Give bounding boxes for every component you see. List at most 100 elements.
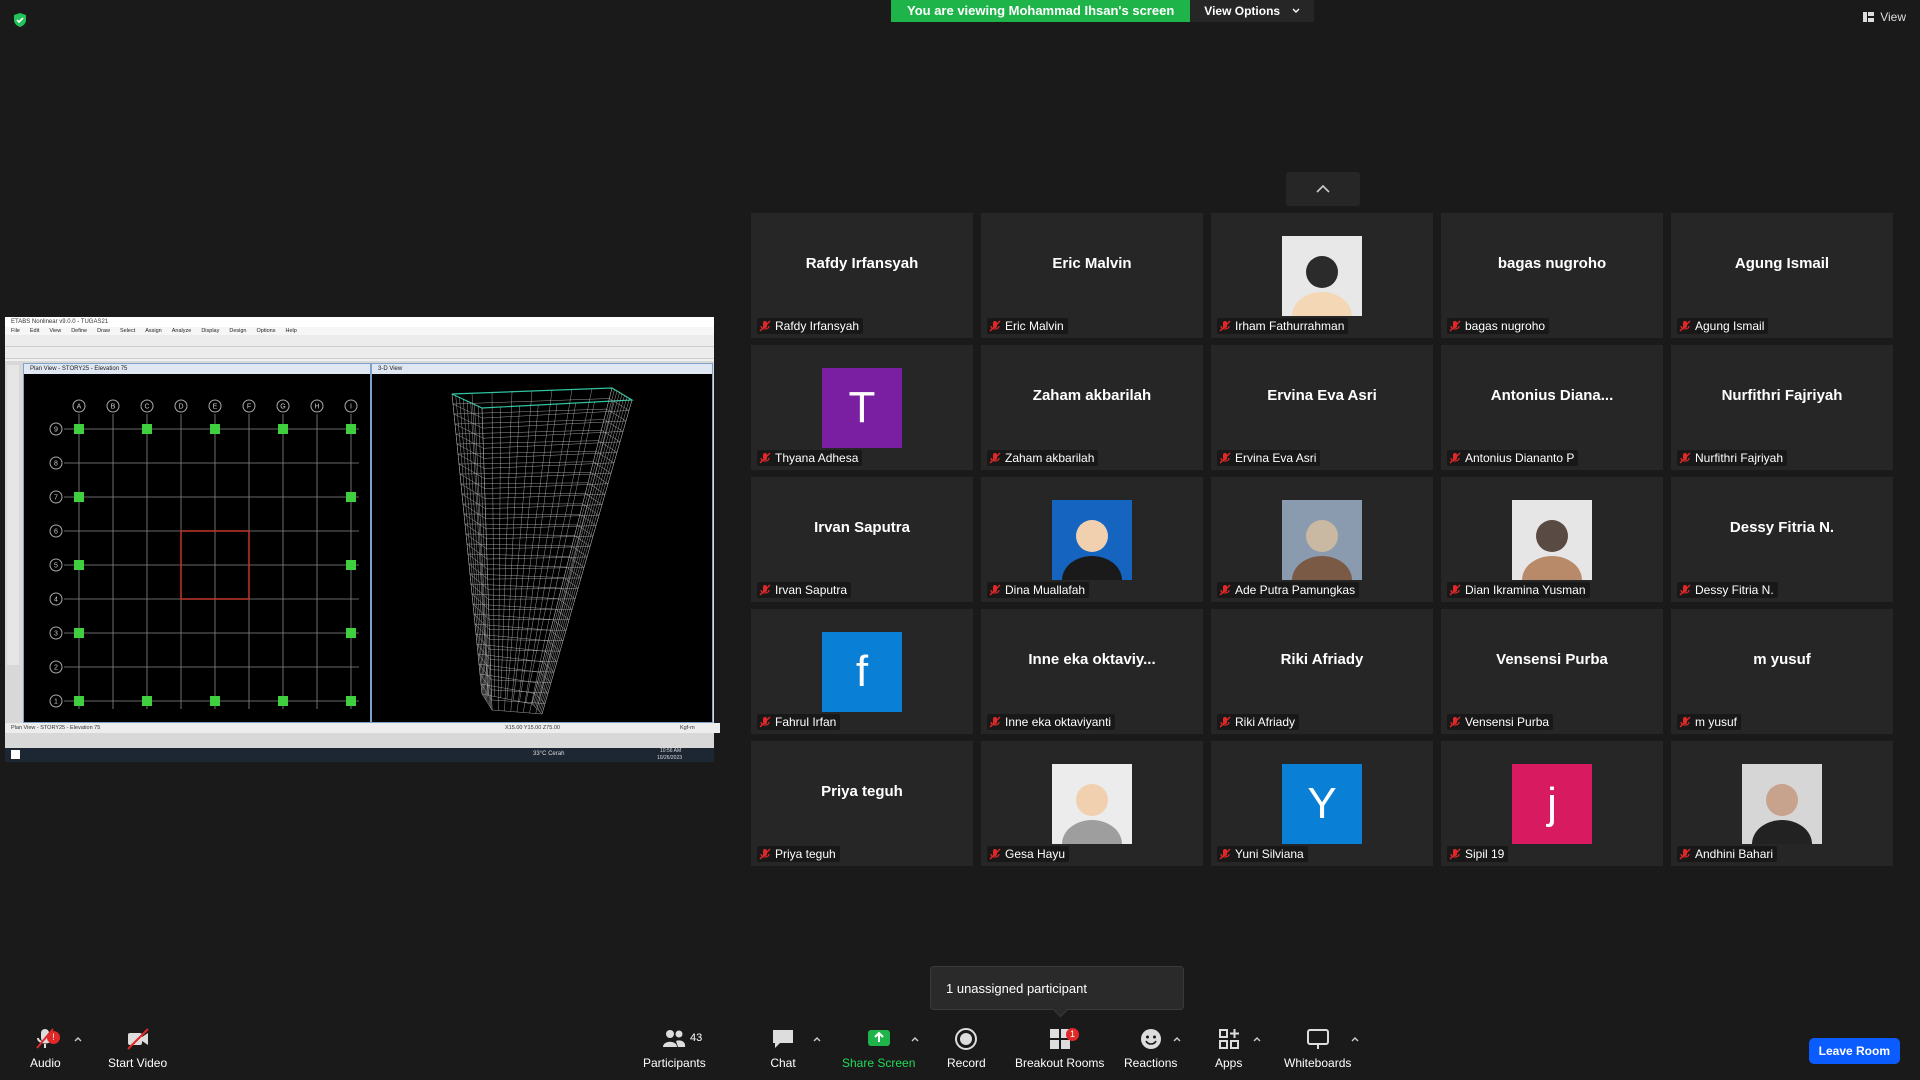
muted-mic-icon (1679, 716, 1691, 728)
whiteboards-button[interactable]: Whiteboards (1284, 1026, 1351, 1070)
3d-view-window[interactable]: 3-D View (371, 363, 713, 723)
view-options-button[interactable]: View Options (1190, 0, 1315, 22)
participant-photo (1742, 764, 1822, 868)
structural-column (74, 628, 84, 638)
participant-tile[interactable]: Agung Ismail Agung Ismail (1671, 213, 1893, 338)
etabs-menu-item[interactable]: Display (201, 327, 219, 335)
etabs-menu-item[interactable]: Edit (30, 327, 39, 335)
participant-tile[interactable]: Irham Fathurrahman (1211, 213, 1433, 340)
etabs-menu-item[interactable]: Design (229, 327, 246, 335)
participant-tile[interactable]: Dian Ikramina Yusman (1441, 477, 1663, 604)
participant-tile[interactable]: Priya teguh Priya teguh (751, 741, 973, 866)
participant-tile[interactable]: Y Yuni Silviana (1211, 741, 1433, 866)
participant-tile[interactable]: Vensensi Purba Vensensi Purba (1441, 609, 1663, 734)
shared-screen[interactable]: ETABS Nonlinear v9.0.0 - TUGAS21 File Edi… (5, 317, 720, 762)
start-video-button[interactable]: Start Video (108, 1026, 167, 1070)
participant-tile[interactable]: Rafdy Irfansyah Rafdy Irfansyah (751, 213, 973, 338)
participant-display-name: Irvan Saputra (814, 519, 910, 536)
floor-outline (465, 533, 591, 550)
participant-name: m yusuf (1695, 715, 1738, 729)
collapse-gallery-button[interactable] (1286, 172, 1360, 206)
participant-tile[interactable]: m yusuf m yusuf (1671, 609, 1893, 734)
leave-room-button[interactable]: Leave Room (1808, 1038, 1900, 1064)
share-options-caret-icon[interactable] (910, 1034, 920, 1044)
participant-tile[interactable]: Eric Malvin Eric Malvin (981, 213, 1203, 338)
muted-mic-icon (1449, 452, 1461, 464)
whiteboards-caret-icon[interactable] (1350, 1034, 1360, 1044)
muted-mic-icon (1679, 584, 1691, 596)
participant-tile[interactable]: Inne eka oktaviy... Inne eka oktaviyanti (981, 609, 1203, 734)
column-line (540, 398, 630, 713)
breakout-rooms-button[interactable]: Breakout Rooms (1015, 1026, 1104, 1070)
structural-column (346, 628, 356, 638)
participant-name: Dina Muallafah (1005, 583, 1086, 597)
muted-mic-icon (1449, 848, 1461, 860)
3d-view-title: 3-D View (372, 364, 712, 374)
video-camera-off-icon (126, 1028, 149, 1050)
security-shield-icon[interactable] (12, 12, 28, 28)
grid-row-label: 1 (54, 699, 58, 706)
audio-label: Audio (30, 1056, 61, 1070)
reactions-caret-icon[interactable] (1172, 1034, 1182, 1044)
participant-tile[interactable]: Zaham akbarilah Zaham akbarilah (981, 345, 1203, 470)
record-label: Record (947, 1056, 986, 1070)
participant-tile[interactable]: Andhini Bahari (1671, 741, 1893, 868)
etabs-menu-item[interactable]: Define (71, 327, 87, 335)
participant-tile[interactable]: j Sipil 19 (1441, 741, 1663, 866)
view-button[interactable]: View (1863, 10, 1906, 24)
plan-view-window[interactable]: Plan View - STORY25 - Elevation 75 A B C D E… (23, 363, 371, 723)
structural-column (346, 492, 356, 502)
participant-name: Dian Ikramina Yusman (1465, 583, 1586, 597)
participant-tile[interactable]: Dina Muallafah (981, 477, 1203, 604)
participant-tile[interactable]: Antonius Diana... Antonius Dianantо P (1441, 345, 1663, 470)
structural-column (74, 424, 84, 434)
participant-tile[interactable]: Gesa Hayu (981, 741, 1203, 868)
participant-name: Sipil 19 (1465, 847, 1505, 861)
etabs-menu-item[interactable]: Options (257, 327, 276, 335)
participant-tile[interactable]: Nurfithri Fajriyah Nurfithri Fajriyah (1671, 345, 1893, 470)
muted-mic-icon (1449, 584, 1461, 596)
chat-button[interactable]: Chat (770, 1026, 796, 1070)
participant-tile[interactable]: Ervina Eva Asri Ervina Eva Asri (1211, 345, 1433, 470)
participant-tile[interactable]: T Thyana Adhesa (751, 345, 973, 470)
audio-options-caret-icon[interactable] (73, 1034, 83, 1044)
muted-mic-icon (989, 848, 1001, 860)
muted-mic-icon (759, 848, 771, 860)
grid-col-label: B (111, 404, 116, 411)
plan-grid: A B C D E F G H I 9 8 7 6 5 4 3 2 1 (49, 399, 359, 709)
etabs-menu-item[interactable]: Assign (145, 327, 162, 335)
muted-mic-icon (989, 716, 1001, 728)
participant-name: Dessy Fitria N. (1695, 583, 1774, 597)
etabs-menu-item[interactable]: Analyze (172, 327, 192, 335)
windows-taskbar: 33°C Cerah 10:56 AM 10/26/2023 (5, 748, 714, 762)
floor-outline (461, 493, 603, 509)
record-button[interactable]: Record (947, 1026, 986, 1070)
etabs-menu-item[interactable]: Select (120, 327, 135, 335)
muted-mic-icon (1449, 320, 1461, 332)
participant-tile[interactable]: Dessy Fitria N. Dessy Fitria N. (1671, 477, 1893, 602)
apps-caret-icon[interactable] (1252, 1034, 1262, 1044)
apps-button[interactable]: Apps (1215, 1026, 1242, 1070)
etabs-menu-item[interactable]: Help (285, 327, 296, 335)
etabs-menu-item[interactable]: Draw (97, 327, 110, 335)
participant-tile[interactable]: Ade Putra Pamungkas (1211, 477, 1433, 604)
share-screen-button[interactable]: Share Screen (842, 1026, 915, 1070)
structural-column (346, 560, 356, 570)
muted-mic-icon (1679, 848, 1691, 860)
chat-options-caret-icon[interactable] (812, 1034, 822, 1044)
etabs-menu-item[interactable]: File (11, 327, 20, 335)
participant-tile[interactable]: f Fahrul Irfan (751, 609, 973, 734)
column-line (539, 396, 628, 712)
grid-row-label: 9 (54, 427, 58, 434)
participant-display-name: Ervina Eva Asri (1267, 387, 1377, 404)
participant-name-label: Ervina Eva Asri (1217, 450, 1321, 466)
muted-mic-icon (1219, 584, 1231, 596)
structural-column (142, 696, 152, 706)
participant-name: Vensensi Purba (1465, 715, 1550, 729)
view-options-label: View Options (1204, 4, 1281, 18)
participant-tile[interactable]: Riki Afriady Riki Afriady (1211, 609, 1433, 734)
etabs-menu-item[interactable]: View (49, 327, 61, 335)
participant-tile[interactable]: bagas nugroho bagas nugroho (1441, 213, 1663, 338)
reactions-button[interactable]: Reactions (1124, 1026, 1177, 1070)
participant-tile[interactable]: Irvan Saputra Irvan Saputra (751, 477, 973, 602)
